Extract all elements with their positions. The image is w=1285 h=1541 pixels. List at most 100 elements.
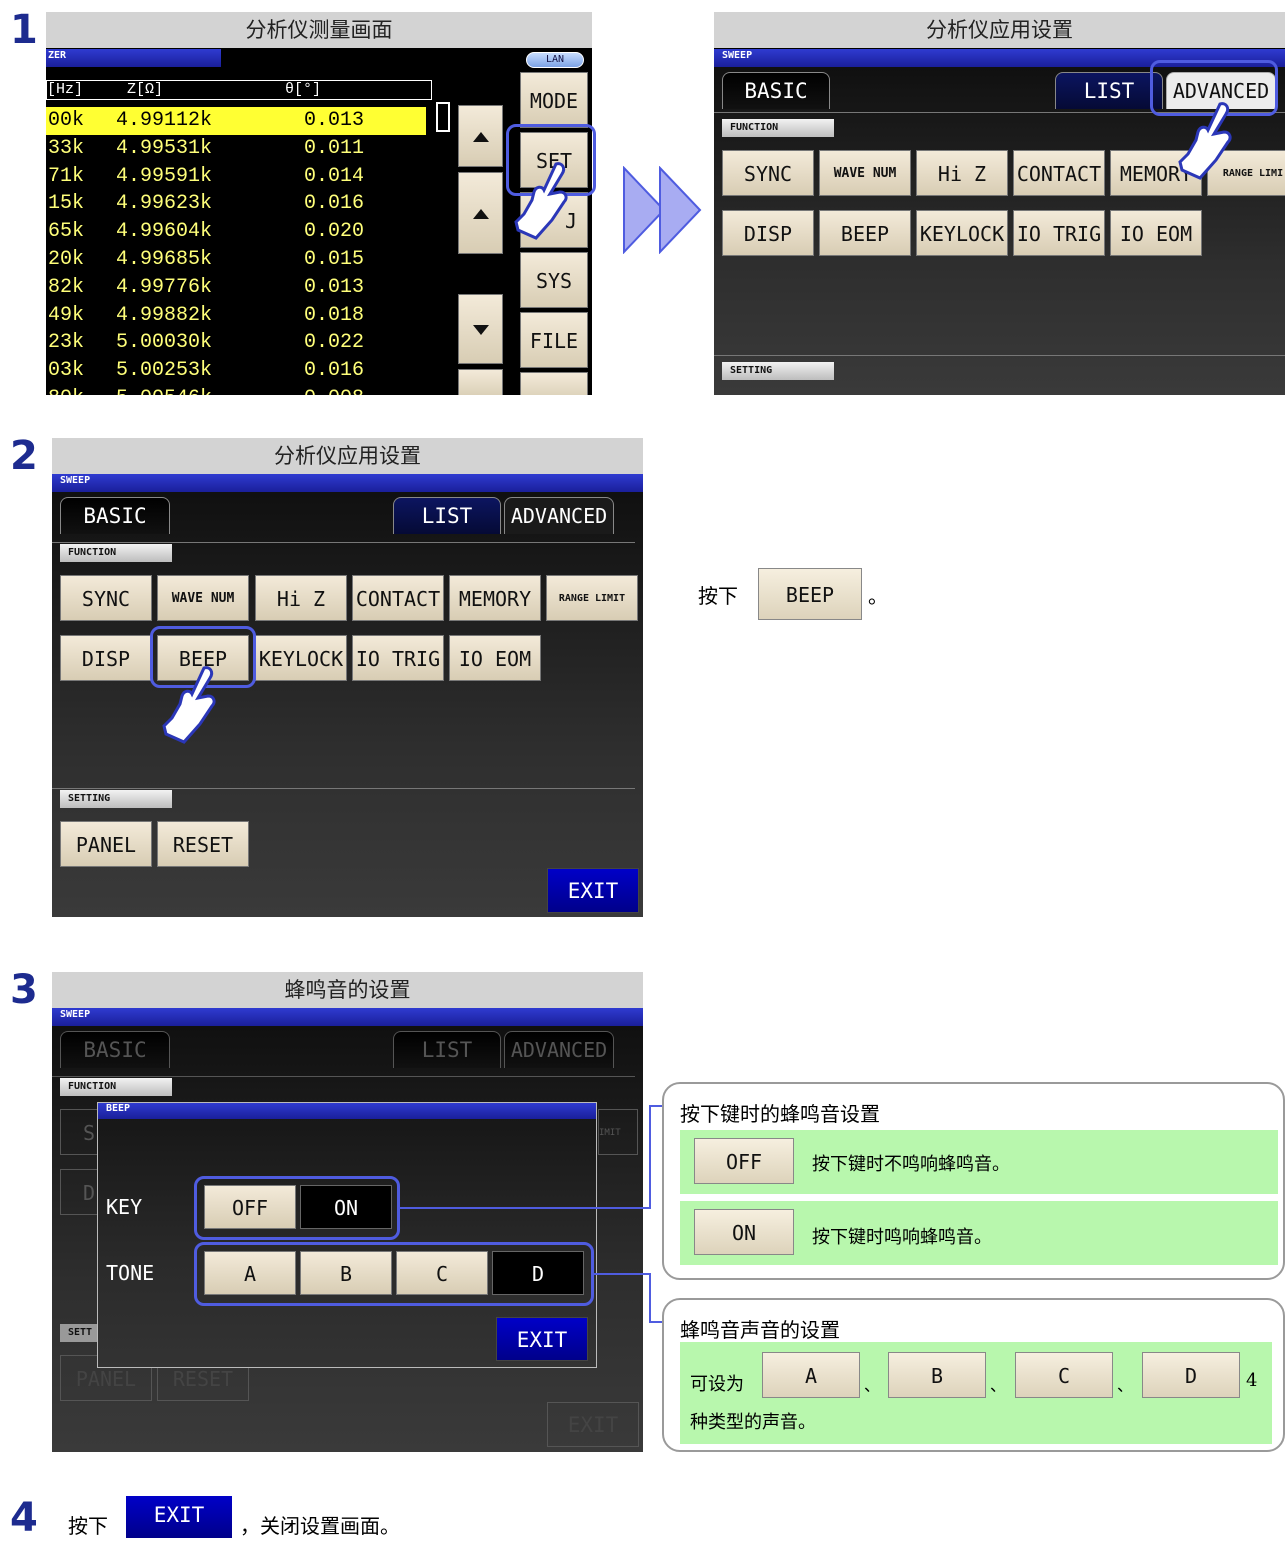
table-cell: 80k [48, 385, 84, 395]
panel-button[interactable]: PANEL [60, 821, 152, 867]
memory-button[interactable]: MEMORY [449, 575, 541, 621]
tab-basic[interactable]: BASIC [722, 72, 830, 109]
tone-d-option: D [1142, 1352, 1240, 1398]
dimmed-button: D [60, 1169, 100, 1215]
callout-title: 蜂鸣音声音的设置 [680, 1318, 840, 1342]
sync-button[interactable]: SYNC [60, 575, 152, 621]
page-down-button[interactable] [458, 369, 503, 395]
contact-button[interactable]: CONTACT [1013, 150, 1105, 196]
disp-button[interactable]: DISP [60, 635, 152, 681]
table-cell: 4.99623k [116, 192, 213, 216]
table-header: [Hz] Z[Ω] θ[°] [46, 80, 432, 100]
table-row[interactable]: 65k 4.99604k 0.020 [46, 218, 426, 246]
table-row[interactable]: 33k 4.99531k 0.011 [46, 135, 426, 163]
table-cell: 49k [48, 303, 85, 327]
measurement-screen: 分析仪测量画面 ZER LAN [Hz] Z[Ω] θ[°] 00k 4.9911… [46, 12, 592, 395]
file-button[interactable]: FILE [520, 312, 588, 368]
io-trig-button[interactable]: IO TRIG [1013, 210, 1105, 256]
io-trig-button[interactable]: IO TRIG [352, 635, 444, 681]
table-row[interactable]: 49k 4.99882k 0.018 [46, 302, 426, 330]
mode-bar: SWEEP [52, 474, 643, 492]
function-label: FUNCTION [60, 544, 172, 562]
table-cell: 4.99882k [116, 303, 213, 327]
table-cell: 0.013 [304, 275, 365, 299]
pointing-hand-icon [1178, 102, 1232, 180]
tab-list[interactable]: LIST [393, 497, 501, 534]
table-cell: 4.99776k [116, 275, 213, 299]
table-cell: 0.013 [304, 109, 365, 132]
page-up-button[interactable] [458, 105, 503, 167]
keylock-button[interactable]: KEYLOCK [916, 210, 1008, 256]
tab-list: LIST [393, 1031, 501, 1068]
table-row[interactable]: 03k 5.00253k 0.016 [46, 357, 426, 385]
tab-advanced[interactable]: ADVANCED [504, 497, 614, 534]
step4-prefix: 按下 [68, 1514, 108, 1538]
exit-button: EXIT [547, 1402, 639, 1447]
disp-button[interactable]: DISP [722, 210, 814, 256]
contact-button[interactable]: CONTACT [352, 575, 444, 621]
data-table: 00k 4.99112k 0.013 33k 4.99531k 0.011 71k 4.995… [46, 107, 432, 395]
tone-prefix: 可设为 [690, 1374, 744, 1395]
screen-title: 分析仪应用设置 [714, 12, 1285, 48]
step-number-3: 3 [10, 967, 38, 1013]
exit-button[interactable]: EXIT [547, 868, 639, 913]
tone-label: TONE [106, 1261, 155, 1285]
io-eom-button[interactable]: IO EOM [1110, 210, 1202, 256]
sys-button[interactable]: SYS [520, 252, 588, 308]
table-row[interactable]: 00k 4.99112k 0.013 [46, 107, 426, 135]
key-beep-callout: 按下键时的蜂鸣音设置 OFF 按下键时不鸣响蜂鸣音。 ON 按下键时鸣响蜂鸣音。 [662, 1082, 1285, 1280]
table-cell: 4.99604k [116, 220, 213, 244]
table-cell: 0.022 [304, 331, 365, 355]
table-cell: 03k [48, 359, 85, 383]
tab-advanced: ADVANCED [504, 1031, 614, 1068]
mode-button[interactable]: MODE [520, 72, 588, 128]
table-cell: 4.99685k [116, 248, 213, 271]
key-options-highlight [194, 1176, 400, 1240]
up-arrow-icon [473, 209, 489, 219]
table-cell: 4.99591k [116, 164, 213, 188]
on-description: 按下键时鸣响蜂鸣音。 [812, 1227, 992, 1248]
table-cell: 0.014 [304, 164, 365, 188]
range-limit-button[interactable]: RANGE LIMIT [546, 575, 638, 621]
table-row[interactable]: 82k 4.99776k 0.013 [46, 274, 426, 302]
table-cell: 0.011 [304, 136, 365, 160]
scrollbar-thumb[interactable] [436, 102, 450, 132]
more-button[interactable] [520, 372, 588, 395]
table-row[interactable]: 80k 5.00546k 0.008 [46, 385, 426, 395]
tone-suffix: 种类型的声音。 [690, 1412, 816, 1433]
step-number-4: 4 [10, 1495, 38, 1541]
function-label: FUNCTION [722, 119, 834, 137]
table-cell: 5.00546k [116, 385, 212, 395]
table-cell: 0.016 [304, 359, 365, 383]
io-eom-button[interactable]: IO EOM [449, 635, 541, 681]
dialog-exit-button[interactable]: EXIT [496, 1317, 588, 1361]
table-cell: 0.016 [304, 192, 365, 216]
sync-button[interactable]: SYNC [722, 150, 814, 196]
table-cell: 0.015 [304, 248, 365, 271]
lan-indicator: LAN [526, 52, 584, 68]
table-row[interactable]: 15k 4.99623k 0.016 [46, 190, 426, 218]
tone-count: 4 [1246, 1370, 1258, 1391]
dialog-title-bar: BEEP [98, 1103, 596, 1119]
exit-inline-button: EXIT [126, 1496, 232, 1538]
scroll-down-button[interactable] [458, 294, 503, 364]
scroll-up-button[interactable] [458, 172, 503, 254]
table-cell: 0.008 [304, 385, 364, 395]
table-cell: 0.018 [304, 303, 365, 327]
mode-bar: ZER [46, 49, 221, 67]
wave-num-button[interactable]: WAVE NUM [157, 575, 249, 621]
hi-z-button[interactable]: Hi Z [255, 575, 347, 621]
keylock-button[interactable]: KEYLOCK [255, 635, 347, 681]
tab-basic[interactable]: BASIC [60, 497, 170, 534]
beep-button[interactable]: BEEP [819, 210, 911, 256]
table-row[interactable]: 71k 4.99591k 0.014 [46, 163, 426, 191]
table-row[interactable]: 23k 5.00030k 0.022 [46, 329, 426, 357]
hi-z-button[interactable]: Hi Z [916, 150, 1008, 196]
wave-num-button[interactable]: WAVE NUM [819, 150, 911, 196]
reset-button[interactable]: RESET [157, 821, 249, 867]
table-row[interactable]: 20k 4.99685k 0.015 [46, 246, 426, 274]
tab-list[interactable]: LIST [1055, 72, 1163, 109]
setting-label: SETTING [722, 362, 834, 380]
step2-suffix: 。 [868, 584, 888, 608]
step4-suffix: ，关闭设置画面。 [240, 1514, 400, 1538]
